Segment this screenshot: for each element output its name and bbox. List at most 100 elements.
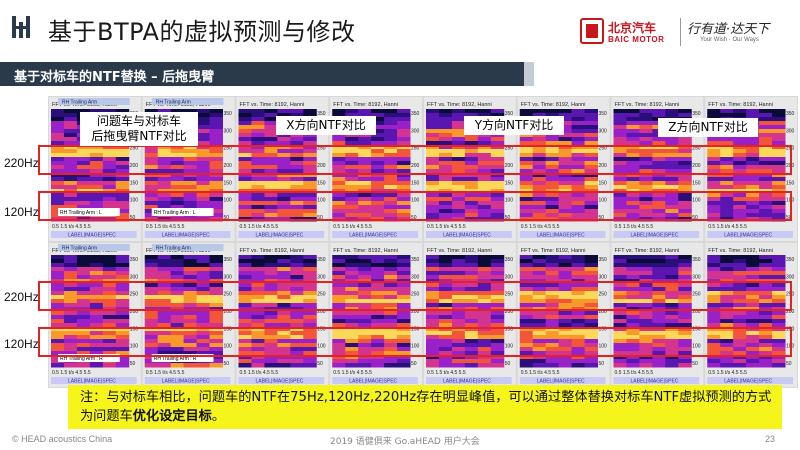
panel-header-text: FFT vs. Time: 8192, Hanni	[333, 102, 398, 108]
spectrogram-cell	[759, 125, 773, 130]
spectrogram-cell	[464, 137, 479, 142]
spectrogram-cell	[759, 315, 773, 320]
spectrogram-cell	[384, 129, 398, 134]
panel-footer-text: LABEL|IMAGE|SPEC	[443, 233, 491, 239]
spectrogram-cell	[51, 117, 65, 122]
x-tick-label: 0.5 1.5 t/s 4.5 5.5	[146, 224, 185, 230]
spectrogram-cell	[519, 267, 534, 272]
spectrogram-cell	[613, 275, 627, 280]
spectrogram-cell	[264, 271, 278, 276]
spectrogram-cell	[251, 275, 265, 280]
y-tick-label: 350	[505, 257, 514, 263]
spectrogram-cell	[707, 255, 721, 260]
spectrogram-cell	[264, 137, 278, 142]
spectrogram-cell	[477, 363, 492, 368]
spectrogram-cell	[626, 125, 640, 130]
spectrogram-cell	[397, 185, 411, 190]
spectrogram-cell	[303, 315, 317, 320]
spectrogram-cell	[451, 181, 466, 186]
spectrogram-cell	[251, 181, 265, 186]
spectrogram-cell	[102, 311, 117, 316]
spectrogram-cell	[759, 181, 773, 186]
y-tick-label: 350	[786, 257, 795, 263]
spectrogram-cell	[238, 271, 252, 276]
spectrogram-cell	[115, 271, 130, 276]
footer-copyright: © HEAD acoustics China	[12, 434, 113, 444]
freq-label-top-220: 220Hz	[4, 156, 39, 170]
spectrogram-cell	[438, 121, 453, 126]
highlight-box-bot-120	[38, 327, 792, 357]
spectrogram-cell	[209, 255, 223, 260]
spectrogram-cell	[238, 359, 252, 364]
spectrogram-cell	[238, 129, 252, 134]
spectrogram-cell	[438, 271, 453, 276]
spectrogram-cell	[102, 177, 117, 182]
spectrogram-cell	[746, 113, 760, 118]
spectrogram-cell	[652, 109, 666, 114]
head-logo-icon	[12, 16, 30, 38]
spectrogram-cell	[358, 185, 372, 190]
spectrogram-cell	[613, 137, 627, 142]
spectrogram-cell	[144, 255, 159, 260]
spectrogram-cell	[264, 267, 278, 272]
spectrogram-cell	[477, 271, 492, 276]
spectrogram-cell	[63, 315, 78, 320]
spectrogram-cell	[170, 267, 185, 272]
spectrogram-cell	[519, 311, 534, 316]
spectrogram-cell	[571, 267, 586, 272]
spectrogram-cell	[397, 109, 411, 114]
spectrogram-cell	[558, 319, 573, 324]
spectrogram-cell	[397, 275, 411, 280]
spectrogram-cell	[519, 109, 534, 114]
spectrogram-cell	[759, 359, 773, 364]
spectrogram-cell	[519, 363, 534, 368]
spectrogram-cell	[264, 255, 278, 260]
panel-header-text: FFT vs. Time: 8192, Hanni	[240, 248, 305, 254]
spectrogram-cell	[532, 271, 547, 276]
spectrogram-cell	[238, 315, 252, 320]
spectrogram-cell	[545, 137, 560, 142]
spectrogram-cell	[639, 359, 653, 364]
spectrogram-cell	[759, 311, 773, 316]
spectrogram-cell	[89, 315, 104, 320]
spectrogram-cell	[490, 263, 505, 268]
spectrogram-cell	[51, 185, 65, 190]
spectrogram-cell	[772, 125, 786, 130]
x-tick-label: 0.5 1.5 t/s 4.5 5.5	[427, 370, 466, 376]
spectrogram-cell	[238, 117, 252, 122]
y-tick-label: 150	[130, 180, 139, 186]
spectrogram-cell	[384, 259, 398, 264]
spectrogram-cell	[652, 137, 666, 142]
spectrogram-cell	[115, 263, 130, 268]
spectrogram-cell	[639, 263, 653, 268]
spectrogram-cell	[720, 363, 734, 368]
spectrogram-cell	[626, 137, 640, 142]
spectrogram-cell	[102, 181, 117, 186]
spectrogram-cell	[397, 259, 411, 264]
spectrogram-cell	[464, 177, 479, 182]
spectrogram-cell	[426, 259, 440, 264]
panel-footer-text: LABEL|IMAGE|SPEC	[724, 233, 772, 239]
spectrogram-cell	[519, 177, 534, 182]
spectrogram-cell	[490, 185, 505, 190]
note-text: 注：与对标车相比，问题车的NTF在75Hz,120Hz,220Hz存在明显峰值，…	[80, 388, 780, 426]
spectrogram-cell	[733, 315, 747, 320]
spectrogram-cell	[196, 271, 211, 276]
spectrogram-cell	[733, 137, 747, 142]
spectrogram-cell	[251, 359, 265, 364]
spectrogram-cell	[277, 315, 291, 320]
spectrogram-cell	[238, 137, 252, 142]
spectrogram-cell	[571, 121, 586, 126]
spectrogram-cell	[63, 263, 78, 268]
spectrogram-cell	[345, 259, 359, 264]
spectrogram-cell	[63, 113, 78, 118]
spectrogram-cell	[238, 125, 252, 130]
spectrogram-cell	[464, 263, 479, 268]
spectrogram-cell	[290, 359, 304, 364]
spectrogram-cell	[438, 319, 453, 324]
spectrogram-cell	[652, 185, 666, 190]
spectrogram-cell	[707, 113, 721, 118]
spectrogram-cell	[238, 121, 252, 126]
spectrogram-cell	[397, 113, 411, 118]
spectrogram-cell	[371, 311, 385, 316]
